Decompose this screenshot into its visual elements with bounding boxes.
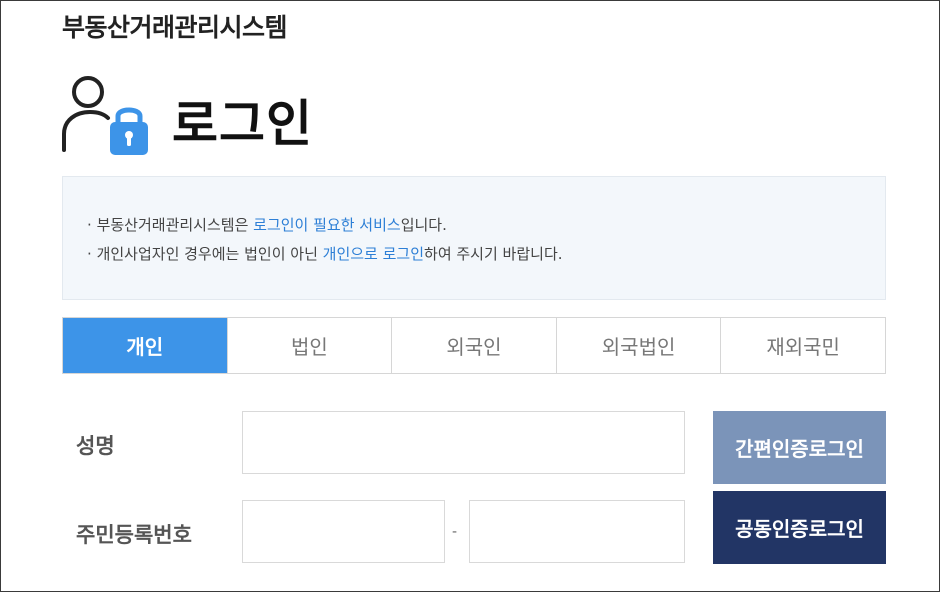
notice-highlight: 로그인이 필요한 서비스	[253, 216, 401, 234]
tab-individual[interactable]: 개인	[63, 318, 227, 373]
notice-line-1: · 부동산거래관리시스템은 로그인이 필요한 서비스입니다.	[87, 211, 885, 240]
login-type-tabs: 개인 법인 외국인 외국법인 재외국민	[62, 317, 886, 374]
bullet: ·	[87, 216, 92, 234]
tab-overseas-korean[interactable]: 재외국민	[720, 318, 885, 373]
simple-auth-login-button[interactable]: 간편인증로그인	[713, 411, 886, 484]
rrn-separator: -	[452, 524, 458, 540]
name-label: 성명	[76, 434, 115, 458]
notice-line-2: · 개인사업자인 경우에는 법인이 아닌 개인으로 로그인하여 주시기 바랍니다…	[87, 240, 885, 269]
notice-box: · 부동산거래관리시스템은 로그인이 필요한 서비스입니다. · 개인사업자인 …	[62, 176, 886, 300]
tab-foreign-corporation[interactable]: 외국법인	[555, 318, 721, 373]
tab-foreigner[interactable]: 외국인	[391, 318, 556, 373]
notice-text: 입니다.	[400, 216, 447, 234]
bullet: ·	[87, 245, 92, 263]
rrn-back-input[interactable]	[469, 500, 685, 563]
notice-text: 개인사업자인 경우에는 법인이 아닌	[96, 245, 323, 263]
user-lock-icon	[62, 76, 148, 155]
name-input[interactable]	[242, 411, 685, 474]
tab-corporation[interactable]: 법인	[226, 318, 392, 373]
notice-highlight: 개인으로 로그인	[322, 245, 425, 263]
system-title: 부동산거래관리시스템	[62, 13, 288, 42]
rrn-label: 주민등록번호	[76, 523, 192, 547]
rrn-front-input[interactable]	[242, 500, 445, 563]
login-title: 로그인	[172, 95, 313, 153]
cert-login-button[interactable]: 공동인증로그인	[713, 491, 886, 564]
login-header: 로그인	[60, 72, 312, 160]
notice-text: 부동산거래관리시스템은	[96, 216, 254, 234]
notice-text: 하여 주시기 바랍니다.	[424, 245, 563, 263]
